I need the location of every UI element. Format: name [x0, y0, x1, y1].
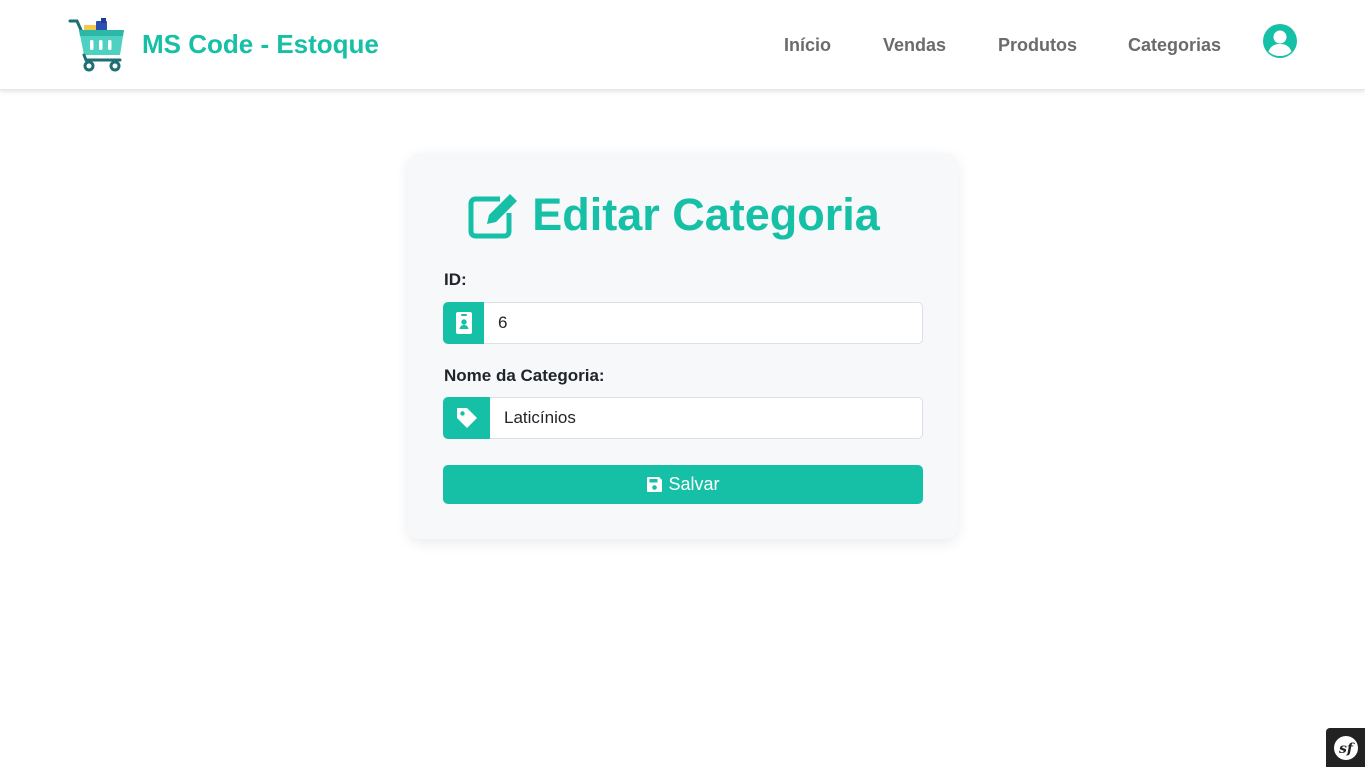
id-badge-icon	[443, 302, 484, 344]
id-input-group	[443, 302, 923, 344]
page-title: Editar Categoria	[408, 189, 958, 241]
user-circle-icon[interactable]	[1262, 23, 1298, 59]
navbar: MS Code - Estoque Início Vendas Produtos…	[0, 0, 1365, 90]
category-name-input[interactable]	[490, 397, 923, 439]
edit-icon	[468, 191, 520, 239]
tag-icon	[443, 397, 490, 439]
floppy-disk-icon	[646, 476, 663, 493]
shopping-cart-icon[interactable]	[68, 18, 126, 72]
id-input[interactable]	[484, 302, 923, 344]
category-name-input-group	[443, 397, 923, 439]
nav-link-categorias[interactable]: Categorias	[1128, 35, 1221, 56]
symfony-icon[interactable]: sf	[1326, 728, 1365, 767]
nav-link-produtos[interactable]: Produtos	[998, 35, 1077, 56]
save-button-label: Salvar	[668, 474, 720, 494]
page-title-text: Editar Categoria	[532, 189, 880, 240]
nav-link-vendas[interactable]: Vendas	[883, 35, 946, 56]
brand-name[interactable]: MS Code - Estoque	[142, 29, 379, 60]
save-button[interactable]: Salvar	[443, 465, 923, 504]
category-name-label: Nome da Categoria:	[444, 366, 605, 385]
id-label: ID:	[444, 270, 467, 289]
edit-category-card: Editar Categoria ID: Nome da Categoria:	[408, 153, 958, 539]
nav-link-inicio[interactable]: Início	[784, 35, 831, 56]
